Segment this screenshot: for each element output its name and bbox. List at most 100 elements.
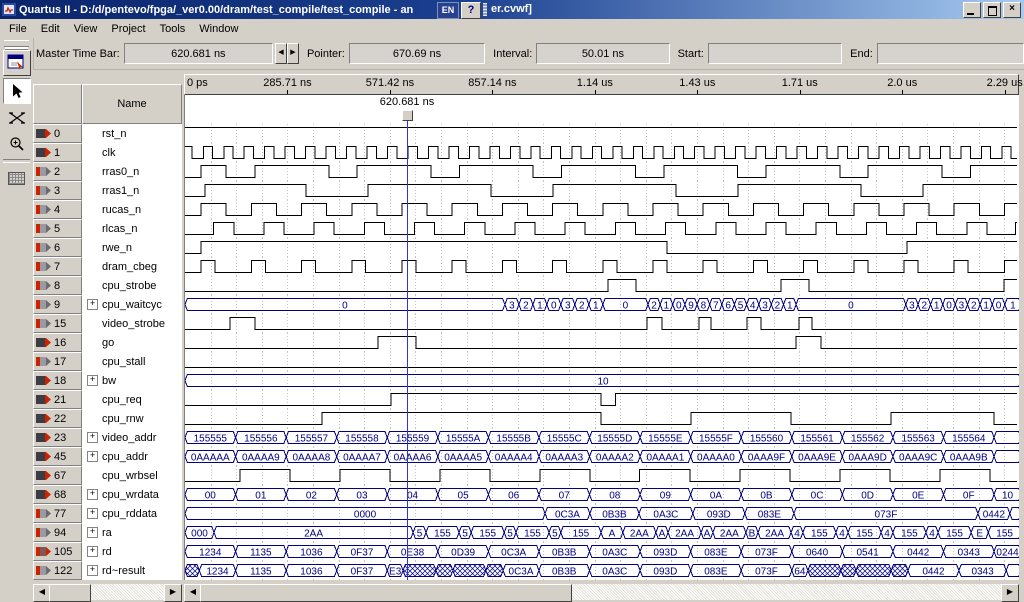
menu-view[interactable]: View bbox=[68, 21, 104, 37]
signal-name-cell[interactable]: +rd~result bbox=[82, 561, 182, 580]
minimize-button[interactable] bbox=[963, 2, 981, 18]
signal-row-rst_n[interactable]: 0rst_n bbox=[33, 124, 182, 143]
signal-row-cpu_wrbsel[interactable]: 67cpu_wrbsel bbox=[33, 466, 182, 485]
language-badge[interactable]: EN bbox=[437, 2, 459, 19]
language-bar-grip[interactable] bbox=[483, 3, 487, 16]
signal-row-ra[interactable]: 94+ra bbox=[33, 523, 182, 542]
signal-number-cell[interactable]: 23 bbox=[33, 428, 82, 447]
waveform-row-cpu_wrdata[interactable]: 000102030405060708090A0B0C0D0E0F10 bbox=[185, 485, 1019, 504]
waveform-row-cpu_stall[interactable] bbox=[185, 352, 1019, 371]
expand-group-button[interactable]: + bbox=[87, 546, 98, 557]
report-window-button[interactable] bbox=[3, 50, 31, 76]
waveform-row-video_addr[interactable]: 15555515555615555715555815555915555A1555… bbox=[185, 428, 1019, 447]
signal-name-cell[interactable]: +ra bbox=[82, 523, 182, 542]
waveform-row-cpu_rddata[interactable]: 00000C3A0B3B0A3C093D083E073F0442 bbox=[185, 504, 1019, 523]
close-button[interactable]: × bbox=[1003, 2, 1021, 18]
signal-row-rd~result[interactable]: 122+rd~result bbox=[33, 561, 182, 580]
signal-number-cell[interactable]: 17 bbox=[33, 352, 82, 371]
waveform-row-rd~result[interactable]: 1234113510360F37E30C3A0B3B0A3C093D083E07… bbox=[185, 561, 1019, 580]
signal-row-cpu_strobe[interactable]: 8cpu_strobe bbox=[33, 276, 182, 295]
signal-number-cell[interactable]: 7 bbox=[33, 257, 82, 276]
waveform-row-cpu_waitcyc[interactable]: 0321032102109876543210321032101 bbox=[185, 295, 1019, 314]
expand-group-button[interactable]: + bbox=[87, 565, 98, 576]
signal-number-cell[interactable]: 4 bbox=[33, 200, 82, 219]
signal-row-video_strobe[interactable]: 15video_strobe bbox=[33, 314, 182, 333]
expand-group-button[interactable]: + bbox=[87, 489, 98, 500]
signal-row-bw[interactable]: 18+bw bbox=[33, 371, 182, 390]
signal-number-cell[interactable]: 77 bbox=[33, 504, 82, 523]
time-ruler[interactable]: 0 ps285.71 ns571.42 ns857.14 ns1.14 us1.… bbox=[184, 74, 1019, 95]
signal-row-cpu_rddata[interactable]: 77+cpu_rddata bbox=[33, 504, 182, 523]
waveform-row-rras0_n[interactable] bbox=[185, 162, 1019, 181]
marker-strip[interactable] bbox=[184, 95, 1019, 124]
signal-name-cell[interactable]: +cpu_wrdata bbox=[82, 485, 182, 504]
end-field[interactable] bbox=[877, 43, 1024, 64]
toolbar-grip[interactable] bbox=[4, 40, 29, 47]
signal-row-video_addr[interactable]: 23+video_addr bbox=[33, 428, 182, 447]
signal-row-cpu_rnw[interactable]: 22cpu_rnw bbox=[33, 409, 182, 428]
waveform-scrollbar[interactable]: ◀ ▶ bbox=[184, 584, 1019, 600]
waveform-row-rd[interactable]: 1234113510360F370E380D390C3A0B3B0A3C093D… bbox=[185, 542, 1019, 561]
signal-row-cpu_stall[interactable]: 17cpu_stall bbox=[33, 352, 182, 371]
signal-number-cell[interactable]: 9 bbox=[33, 295, 82, 314]
expand-group-button[interactable]: + bbox=[87, 508, 98, 519]
zoom-tool-button[interactable] bbox=[4, 132, 30, 156]
waveform-row-cpu_wrbsel[interactable] bbox=[185, 466, 1019, 485]
signal-row-cpu_wrdata[interactable]: 68+cpu_wrdata bbox=[33, 485, 182, 504]
signal-number-cell[interactable]: 21 bbox=[33, 390, 82, 409]
signal-number-cell[interactable]: 8 bbox=[33, 276, 82, 295]
signal-row-go[interactable]: 16go bbox=[33, 333, 182, 352]
master-time-field[interactable]: 620.681 ns bbox=[124, 43, 273, 64]
menu-window[interactable]: Window bbox=[193, 21, 244, 37]
waveform-row-cpu_req[interactable] bbox=[185, 390, 1019, 409]
signal-row-rd[interactable]: 105+rd bbox=[33, 542, 182, 561]
signal-name-cell[interactable]: go bbox=[82, 333, 182, 352]
signal-number-cell[interactable]: 122 bbox=[33, 561, 82, 580]
signal-number-cell[interactable]: 6 bbox=[33, 238, 82, 257]
grid-view-button[interactable] bbox=[4, 166, 30, 190]
signal-row-cpu_addr[interactable]: 45+cpu_addr bbox=[33, 447, 182, 466]
signal-row-cpu_waitcyc[interactable]: 9+cpu_waitcyc bbox=[33, 295, 182, 314]
signal-name-cell[interactable]: +video_addr bbox=[82, 428, 182, 447]
waveform-row-clk[interactable] bbox=[185, 143, 1019, 162]
expand-group-button[interactable]: + bbox=[87, 375, 98, 386]
signal-name-cell[interactable]: cpu_strobe bbox=[82, 276, 182, 295]
signal-name-cell[interactable]: cpu_stall bbox=[82, 352, 182, 371]
signal-number-cell[interactable]: 45 bbox=[33, 447, 82, 466]
signal-row-rwe_n[interactable]: 6rwe_n bbox=[33, 238, 182, 257]
signal-row-rucas_n[interactable]: 4rucas_n bbox=[33, 200, 182, 219]
signal-row-dram_cbeg[interactable]: 7dram_cbeg bbox=[33, 257, 182, 276]
signal-row-cpu_req[interactable]: 21cpu_req bbox=[33, 390, 182, 409]
signal-name-cell[interactable]: clk bbox=[82, 143, 182, 162]
start-field[interactable] bbox=[708, 43, 842, 64]
signal-name-cell[interactable]: cpu_req bbox=[82, 390, 182, 409]
signal-name-cell[interactable]: cpu_wrbsel bbox=[82, 466, 182, 485]
signal-number-cell[interactable]: 105 bbox=[33, 542, 82, 561]
signal-row-rras0_n[interactable]: 2rras0_n bbox=[33, 162, 182, 181]
expand-group-button[interactable]: + bbox=[87, 451, 98, 462]
signal-name-cell[interactable]: +cpu_addr bbox=[82, 447, 182, 466]
master-time-prev-button[interactable]: ◀ bbox=[275, 43, 287, 64]
signal-number-cell[interactable]: 22 bbox=[33, 409, 82, 428]
signal-name-cell[interactable]: +rd bbox=[82, 542, 182, 561]
expand-group-button[interactable]: + bbox=[87, 527, 98, 538]
signal-row-rlcas_n[interactable]: 5rlcas_n bbox=[33, 219, 182, 238]
scroll-right-button[interactable]: ▶ bbox=[1001, 584, 1019, 602]
waveform-row-rras1_n[interactable] bbox=[185, 181, 1019, 200]
help-icon[interactable]: ? bbox=[461, 2, 481, 19]
signal-number-cell[interactable]: 18 bbox=[33, 371, 82, 390]
signal-number-cell[interactable]: 0 bbox=[33, 124, 82, 143]
menu-edit[interactable]: Edit bbox=[35, 21, 66, 37]
waveform-row-dram_cbeg[interactable] bbox=[185, 257, 1019, 276]
select-tool-button[interactable] bbox=[3, 78, 31, 104]
signal-name-cell[interactable]: +cpu_rddata bbox=[82, 504, 182, 523]
waveform-row-bw[interactable]: 10 bbox=[185, 371, 1019, 390]
signal-row-clk[interactable]: 1clk bbox=[33, 143, 182, 162]
signal-name-cell[interactable]: rucas_n bbox=[82, 200, 182, 219]
expand-group-button[interactable]: + bbox=[87, 299, 98, 310]
signal-number-cell[interactable]: 67 bbox=[33, 466, 82, 485]
signal-name-cell[interactable]: video_strobe bbox=[82, 314, 182, 333]
signal-name-cell[interactable]: rst_n bbox=[82, 124, 182, 143]
signal-number-cell[interactable]: 1 bbox=[33, 143, 82, 162]
signal-number-cell[interactable]: 2 bbox=[33, 162, 82, 181]
